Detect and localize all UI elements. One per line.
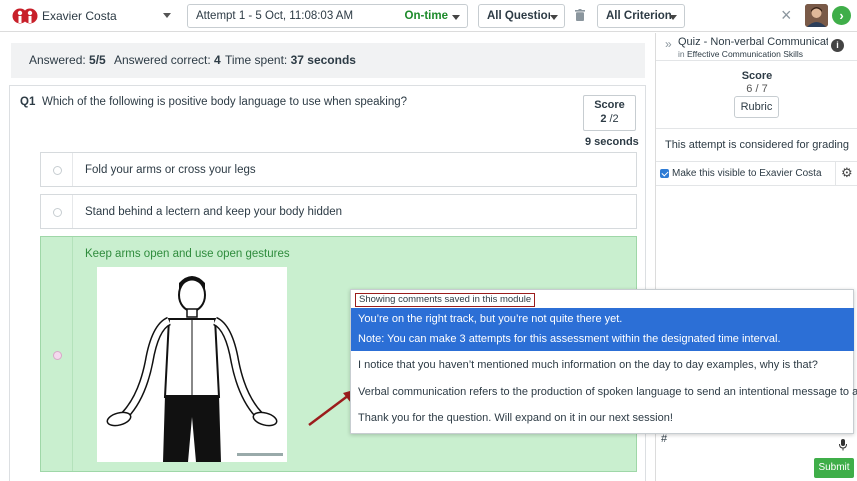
avatar[interactable] xyxy=(805,4,828,27)
visibility-checkbox[interactable] xyxy=(660,169,669,178)
option-text: Fold your arms or cross your legs xyxy=(85,164,256,176)
popup-header: Showing comments saved in this module xyxy=(355,293,536,307)
settings-cell[interactable]: ⚙ xyxy=(835,162,857,185)
grading-note: This attempt is considered for grading xyxy=(664,139,850,151)
correct-label: Answered correct: xyxy=(114,53,211,67)
time-label: Time spent: xyxy=(225,53,288,67)
radio-button[interactable] xyxy=(53,166,62,175)
correct-value: 4 xyxy=(214,53,221,67)
total-score-label: Score xyxy=(741,70,773,82)
expand-panel-icon[interactable]: » xyxy=(665,37,672,51)
quiz-course-link[interactable]: Effective Communication Skills xyxy=(687,49,803,59)
score-value: 2 /2 xyxy=(600,113,619,125)
app-logo-icon xyxy=(12,8,38,24)
radio-cell xyxy=(41,237,73,471)
question-score-box[interactable]: Score 2 /2 xyxy=(583,95,636,131)
comment-option[interactable]: I notice that you haven’t mentioned much… xyxy=(358,359,818,371)
radio-button[interactable] xyxy=(53,208,62,217)
student-selector[interactable]: Exavier Costa xyxy=(42,9,117,23)
microphone-icon[interactable] xyxy=(839,439,847,451)
questions-filter-dropdown[interactable]: All Questions xyxy=(478,4,565,28)
comment-option-selected[interactable]: You’re on the right track, but you’re no… xyxy=(351,308,854,351)
chevron-down-icon xyxy=(452,15,460,20)
criterion-filter-dropdown[interactable]: All Criterion xyxy=(597,4,685,28)
answered-value: 5/5 xyxy=(89,53,106,67)
option-text: Stand behind a lectern and keep your bod… xyxy=(85,206,343,218)
time-stat: Time spent: 37 seconds xyxy=(225,53,356,67)
image-caption-bar xyxy=(237,453,283,456)
answered-stat: Answered: 5/5 xyxy=(29,53,106,67)
selected-comment-line1: You’re on the right track, but you’re no… xyxy=(358,313,623,325)
comment-option[interactable]: Thank you for the question. Will expand … xyxy=(358,412,673,424)
attempt-label: Attempt 1 - 5 Oct, 11:08:03 AM xyxy=(196,10,354,22)
open-gesture-illustration xyxy=(97,267,287,462)
questions-filter-label: All Questions xyxy=(487,10,550,22)
radio-cell xyxy=(41,195,73,228)
submit-button[interactable]: Submit xyxy=(814,458,854,478)
quiz-course-line: in Effective Communication Skills xyxy=(678,49,804,59)
attempt-summary: Answered: 5/5 Answered correct: 4 Time s… xyxy=(11,43,645,78)
next-student-button[interactable]: › xyxy=(832,6,851,25)
question-time: 9 seconds xyxy=(585,136,639,148)
time-value: 37 seconds xyxy=(290,53,356,67)
chevron-down-icon xyxy=(550,15,558,20)
comment-input[interactable]: # xyxy=(661,433,667,445)
answer-option: Stand behind a lectern and keep your bod… xyxy=(40,194,637,229)
rubric-button[interactable]: Rubric xyxy=(734,96,779,118)
option-text: Keep arms open and use open gestures xyxy=(85,248,290,260)
chevron-down-icon xyxy=(669,15,677,20)
radio-button[interactable] xyxy=(53,351,62,360)
divider xyxy=(656,60,857,61)
comment-option[interactable]: Verbal communication refers to the produ… xyxy=(358,386,857,398)
close-icon[interactable]: × xyxy=(781,6,792,24)
correct-stat: Answered correct: 4 xyxy=(114,53,221,67)
answer-option: Fold your arms or cross your legs xyxy=(40,152,637,187)
saved-comments-popup: Showing comments saved in this module Yo… xyxy=(350,289,857,434)
radio-cell xyxy=(41,153,73,186)
attempt-dropdown[interactable]: Attempt 1 - 5 Oct, 11:08:03 AM On-time xyxy=(187,4,468,28)
top-bar: Exavier Costa Attempt 1 - 5 Oct, 11:08:0… xyxy=(0,0,857,32)
info-icon[interactable]: i xyxy=(831,39,844,52)
total-score-value: 6 / 7 xyxy=(746,83,768,95)
avatar-image xyxy=(805,4,828,27)
chevron-down-icon[interactable] xyxy=(163,13,171,18)
attempt-status-badge: On-time xyxy=(404,10,448,22)
question-number: Q1 xyxy=(20,96,36,108)
selected-comment-line2: Note: You can make 3 attempts for this a… xyxy=(358,333,781,345)
gear-icon[interactable]: ⚙ xyxy=(841,166,853,180)
question-text: Which of the following is positive body … xyxy=(42,96,408,108)
quiz-title[interactable]: Quiz - Non-verbal Communication xyxy=(678,36,828,48)
score-label: Score xyxy=(594,99,625,111)
trash-icon[interactable] xyxy=(575,9,585,21)
divider xyxy=(656,128,857,129)
criterion-filter-label: All Criterion xyxy=(606,10,672,22)
visibility-label[interactable]: Make this visible to Exavier Costa xyxy=(672,168,822,179)
visibility-row: Make this visible to Exavier Costa ⚙ xyxy=(656,161,857,186)
answered-label: Answered: xyxy=(29,53,86,67)
